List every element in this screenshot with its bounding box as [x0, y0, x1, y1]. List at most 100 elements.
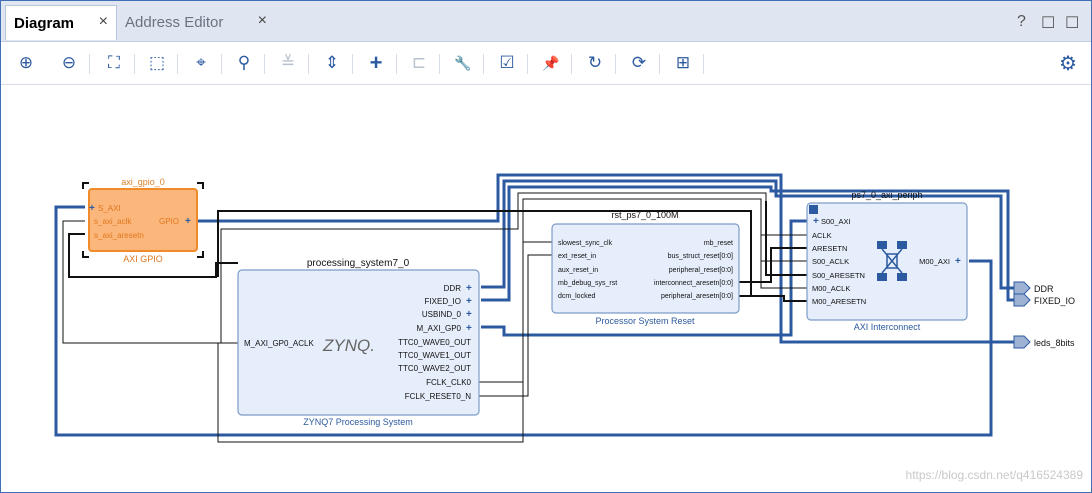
block-axi-interconnect[interactable]: ps7_0_axi_periph S00_AXI ACLK ARESETN S0…	[806, 190, 968, 332]
toolbar-divider	[571, 54, 572, 74]
pin-icon[interactable]: 📌	[538, 50, 564, 76]
tab-address-editor[interactable]: Address Editor ×	[117, 5, 275, 39]
toolbar-divider	[439, 54, 440, 74]
zynq-port-fclk-reset0-n[interactable]: FCLK_RESET0_N	[405, 392, 471, 401]
svg-text:+: +	[466, 309, 472, 320]
rst-port-interconnect-aresetn[interactable]: interconnect_aresetn[0:0]	[654, 280, 733, 287]
gpio-port-s-axi-aclk[interactable]: s_axi_aclk	[94, 217, 132, 226]
rst-port-peripheral-aresetn[interactable]: peripheral_aresetn[0:0]	[661, 293, 733, 300]
tab-diagram-label: Diagram	[14, 14, 75, 32]
block-axi-gpio[interactable]: axi_gpio_0 S_AXI s_axi_aclk s_axi_areset…	[82, 177, 204, 264]
expand-icon[interactable]: +	[89, 203, 95, 214]
zynq-port-ttc0-wave1[interactable]: TTC0_WAVE1_OUT	[398, 351, 471, 360]
close-icon[interactable]: ×	[99, 13, 108, 31]
zynq-port-fclk-clk0[interactable]: FCLK_CLK0	[426, 378, 471, 387]
zynq-bus-pins: + + + +	[466, 283, 472, 334]
rst-port-mb-debug-sys-rst[interactable]: mb_debug_sys_rst	[558, 280, 617, 287]
zoom-fit-icon[interactable]: ⛶	[101, 50, 127, 76]
toolbar-divider	[221, 54, 222, 74]
toolbar-divider	[264, 54, 265, 74]
ic-port-m00-axi[interactable]: M00_AXI	[919, 257, 950, 266]
rst-instance-name: rst_ps7_0_100M	[611, 210, 678, 220]
ic-port-s00-axi[interactable]: S00_AXI	[821, 217, 851, 226]
port-icon[interactable]: ⊞	[670, 50, 696, 76]
svg-text:+: +	[466, 283, 472, 294]
toolbar-divider	[703, 54, 704, 74]
ic-type-label: AXI Interconnect	[854, 322, 921, 332]
gear-icon[interactable]: ⚙	[1055, 50, 1081, 76]
ic-port-m00-aresetn[interactable]: M00_ARESETN	[812, 297, 866, 306]
ic-port-s00-aresetn[interactable]: S00_ARESETN	[812, 271, 865, 280]
collapse-icon[interactable]: ≚	[275, 50, 301, 76]
zoom-area-icon[interactable]: ⬚	[144, 50, 170, 76]
zoom-out-icon[interactable]: ⊖	[56, 50, 82, 76]
zoom-in-icon[interactable]: ⊕	[13, 50, 39, 76]
port-fixed-io[interactable]: FIXED_IO	[1013, 293, 1075, 307]
rst-port-aux-reset-in[interactable]: aux_reset_in	[558, 267, 598, 274]
validate-icon[interactable]: ☑	[494, 50, 520, 76]
port-ddr-label: DDR	[1034, 284, 1054, 294]
toolbar-divider	[308, 54, 309, 74]
gpio-type-label: AXI GPIO	[123, 254, 163, 264]
net-interconnect-aresetn[interactable]	[739, 247, 807, 283]
block-proc-sys-reset[interactable]: rst_ps7_0_100M slowest_sync_clk ext_rese…	[551, 210, 740, 326]
watermark: https://blog.csdn.net/q416524389	[906, 468, 1084, 482]
zynq-port-m-axi-gp0[interactable]: M_AXI_GP0	[417, 324, 462, 333]
wrench-icon[interactable]: 🔧	[450, 50, 476, 76]
expand-icon[interactable]: +	[185, 216, 191, 227]
tab-bar: Diagram × Address Editor × ? ☐ ☐	[1, 1, 1091, 42]
regenerate-icon[interactable]: ⟳	[626, 50, 652, 76]
rst-port-ext-reset-in[interactable]: ext_reset_in	[558, 253, 596, 260]
toolbar-divider	[177, 54, 178, 74]
tab-address-editor-label: Address Editor	[125, 13, 224, 31]
gpio-instance-name: axi_gpio_0	[121, 177, 165, 187]
add-module-icon[interactable]: ⊏	[406, 50, 432, 76]
rst-port-mb-reset[interactable]: mb_reset	[704, 240, 733, 247]
search-icon[interactable]: ⚲	[231, 50, 257, 76]
toolbar-divider	[352, 54, 353, 74]
svg-text:+: +	[466, 296, 472, 307]
toolbar-divider	[615, 54, 616, 74]
auto-connect-icon[interactable]: ⌖	[188, 50, 214, 76]
rst-port-peripheral-reset[interactable]: peripheral_reset[0:0]	[669, 267, 733, 274]
port-ddr[interactable]: DDR	[1013, 281, 1054, 295]
rst-port-bus-struct-reset[interactable]: bus_struct_reset[0:0]	[668, 253, 733, 260]
collapse-icon[interactable]	[809, 205, 818, 214]
expand-icon[interactable]: +	[813, 216, 819, 227]
zynq-port-ddr[interactable]: DDR	[444, 284, 462, 293]
expand-icon[interactable]: ⇕	[319, 50, 345, 76]
diagram-window: Diagram × Address Editor × ? ☐ ☐ ⊕ ⊖ ⛶ ⬚…	[0, 0, 1092, 493]
toolbar-divider	[134, 54, 135, 74]
zynq-port-fixed-io[interactable]: FIXED_IO	[425, 297, 461, 306]
ic-instance-name: ps7_0_axi_periph	[851, 190, 922, 200]
help-icon[interactable]: ?	[1017, 13, 1026, 31]
gpio-port-s-axi-aresetn[interactable]: s_axi_aresetn	[94, 231, 144, 240]
block-diagram-canvas[interactable]: axi_gpio_0 S_AXI s_axi_aclk s_axi_areset…	[1, 85, 1091, 491]
rst-port-dcm-locked[interactable]: dcm_locked	[558, 293, 595, 300]
zynq-port-m-axi-gp0-aclk[interactable]: M_AXI_GP0_ACLK	[244, 339, 314, 348]
add-ip-icon[interactable]: +	[363, 50, 389, 76]
gpio-port-s-axi[interactable]: S_AXI	[98, 204, 121, 213]
port-leds-8bits[interactable]: leds_8bits	[1013, 335, 1075, 349]
ic-port-aresetn[interactable]: ARESETN	[812, 244, 847, 253]
toolbar-divider	[527, 54, 528, 74]
expand-icon[interactable]: +	[955, 256, 961, 267]
zynq-port-ttc0-wave0[interactable]: TTC0_WAVE0_OUT	[398, 338, 471, 347]
rst-port-slowest-sync-clk[interactable]: slowest_sync_clk	[558, 240, 613, 247]
zynq-port-usbind[interactable]: USBIND_0	[422, 310, 462, 319]
restore-icon[interactable]: ☐	[1041, 13, 1055, 33]
gpio-port-gpio[interactable]: GPIO	[159, 217, 179, 226]
zynq-port-ttc0-wave2[interactable]: TTC0_WAVE2_OUT	[398, 364, 471, 373]
ic-port-m00-aclk[interactable]: M00_ACLK	[812, 284, 850, 293]
toolbar: ⊕ ⊖ ⛶ ⬚ ⌖ ⚲ ≚ ⇕ + ⊏ 🔧 ☑ 📌 ↻ ⟳ ⊞ ⚙	[1, 42, 1091, 85]
tab-diagram[interactable]: Diagram ×	[5, 5, 117, 40]
ic-port-s00-aclk[interactable]: S00_ACLK	[812, 257, 849, 266]
maximize-icon[interactable]: ☐	[1065, 13, 1079, 33]
ic-port-aclk[interactable]: ACLK	[812, 231, 832, 240]
port-fixed-io-label: FIXED_IO	[1034, 296, 1075, 306]
port-leds-8bits-label: leds_8bits	[1034, 338, 1075, 348]
refresh-icon[interactable]: ↻	[582, 50, 608, 76]
net-fclk-clk0[interactable]	[479, 241, 553, 383]
block-zynq[interactable]: processing_system7_0 M_AXI_GP0_ACLK ZYNQ…	[237, 258, 480, 427]
close-icon[interactable]: ×	[258, 12, 267, 30]
